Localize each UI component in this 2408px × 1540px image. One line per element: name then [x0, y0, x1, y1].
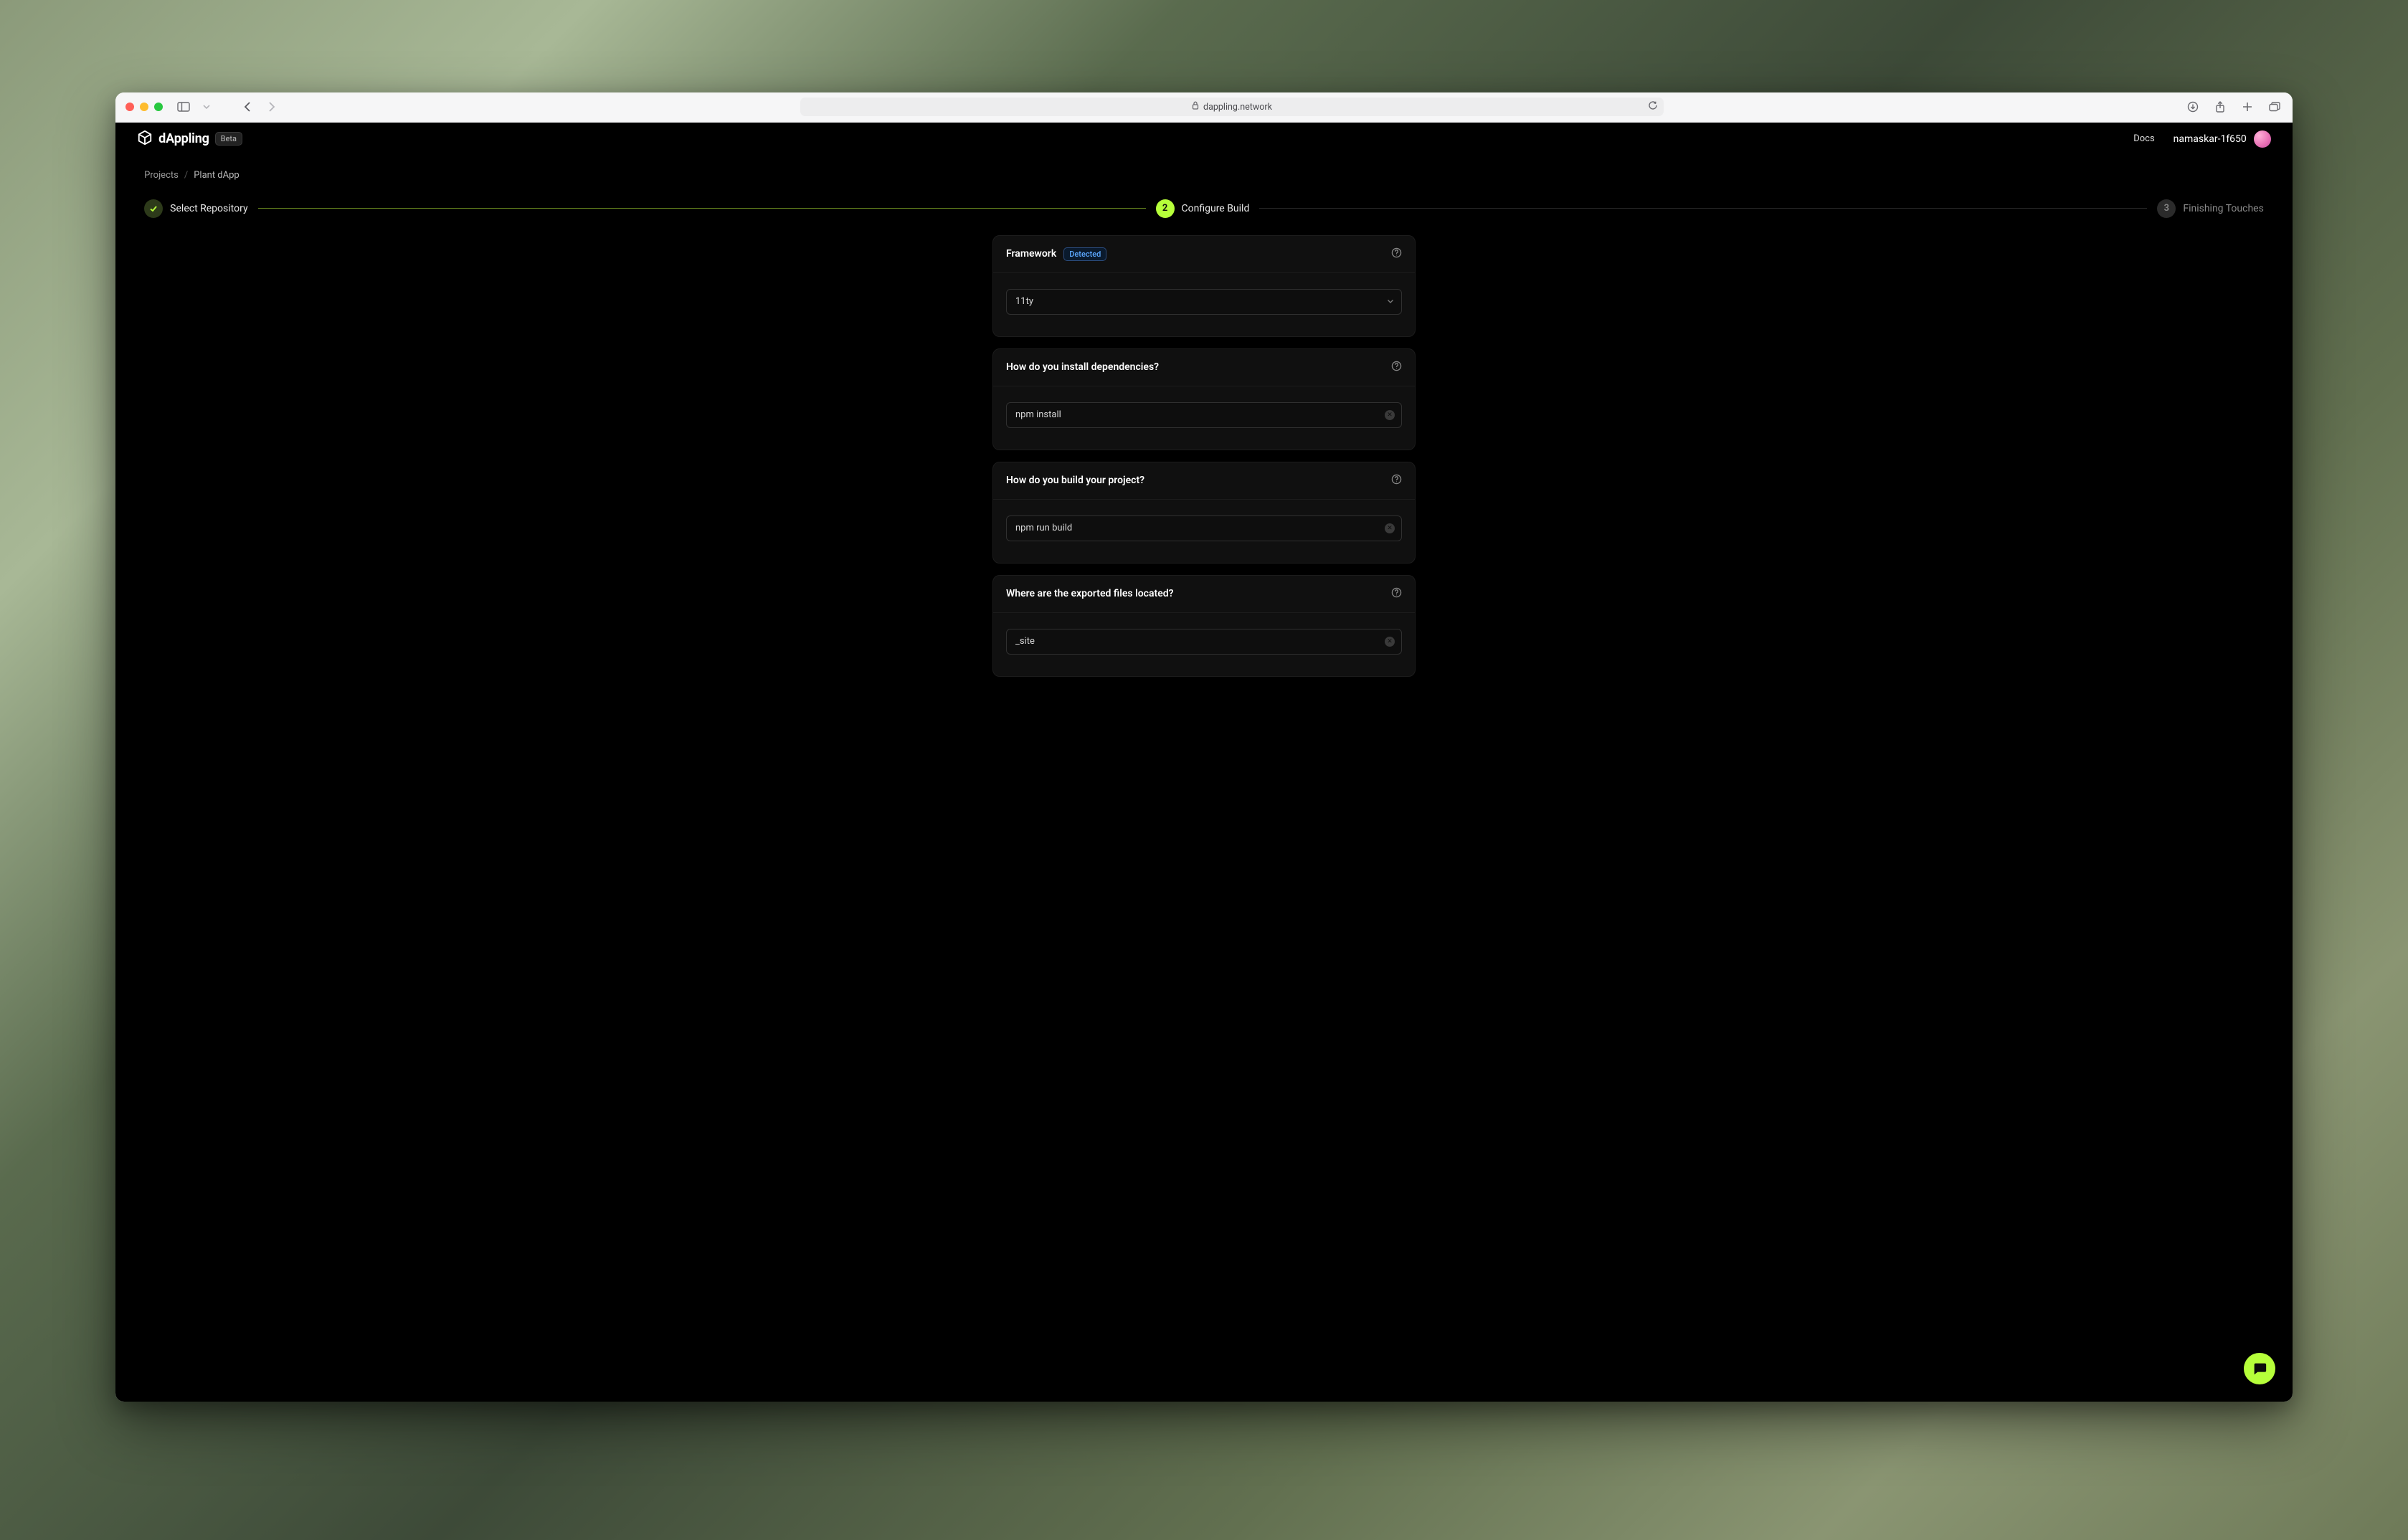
brand-logo-icon — [137, 130, 153, 148]
brand-logo[interactable]: dAppling Beta — [137, 130, 242, 148]
card-title: Framework — [1006, 248, 1056, 260]
brand-name: dAppling — [158, 131, 209, 146]
card-title: Where are the exported files located? — [1006, 588, 1174, 599]
stepper: Select Repository 2 Configure Build 3 Fi… — [115, 189, 2293, 235]
help-icon[interactable] — [1391, 474, 1402, 488]
avatar — [2254, 130, 2271, 148]
breadcrumb-root[interactable]: Projects — [144, 170, 179, 181]
build-config-form: Framework Detected 11ty — [992, 235, 1416, 677]
beta-badge: Beta — [215, 132, 242, 146]
stepper-line — [258, 208, 1146, 209]
tab-overview-icon[interactable] — [2267, 99, 2283, 115]
output-dir-card: Where are the exported files located? ✕ — [992, 575, 1416, 677]
user-name: namaskar-1f650 — [2174, 133, 2247, 145]
step-label: Configure Build — [1182, 203, 1250, 214]
clear-icon[interactable]: ✕ — [1385, 410, 1395, 420]
chat-launcher-button[interactable] — [2244, 1353, 2275, 1384]
breadcrumb-separator: / — [184, 170, 188, 181]
chevron-down-icon — [1387, 297, 1394, 306]
docs-link[interactable]: Docs — [2133, 133, 2154, 144]
detected-badge: Detected — [1063, 247, 1106, 261]
step-finishing-touches[interactable]: 3 Finishing Touches — [2157, 199, 2263, 218]
sidebar-toggle-icon[interactable] — [176, 99, 191, 115]
build-command-card: How do you build your project? ✕ — [992, 462, 1416, 564]
new-tab-icon[interactable] — [2239, 99, 2255, 115]
share-icon[interactable] — [2212, 99, 2228, 115]
step-configure-build[interactable]: 2 Configure Build — [1156, 199, 1250, 218]
card-title: How do you build your project? — [1006, 475, 1144, 486]
maximize-window-button[interactable] — [154, 103, 163, 111]
step-number: 3 — [2157, 199, 2176, 218]
step-label: Finishing Touches — [2183, 203, 2263, 214]
build-command-input[interactable] — [1006, 515, 1402, 541]
address-bar[interactable]: dappling.network — [800, 98, 1663, 116]
app-header: dAppling Beta Docs namaskar-1f650 — [115, 123, 2293, 154]
app-viewport: dAppling Beta Docs namaskar-1f650 Projec… — [115, 123, 2293, 1402]
window-controls — [125, 103, 163, 111]
clear-icon[interactable]: ✕ — [1385, 637, 1395, 647]
framework-value: 11ty — [1015, 296, 1033, 307]
browser-chrome: dappling.network — [115, 92, 2293, 123]
framework-card: Framework Detected 11ty — [992, 235, 1416, 337]
install-command-input[interactable] — [1006, 402, 1402, 428]
check-icon — [144, 199, 163, 218]
step-select-repository[interactable]: Select Repository — [144, 199, 247, 218]
output-dir-input[interactable] — [1006, 629, 1402, 655]
breadcrumb-current: Plant dApp — [194, 170, 240, 181]
stepper-line — [1259, 208, 2147, 209]
clear-icon[interactable]: ✕ — [1385, 523, 1395, 533]
card-title: How do you install dependencies? — [1006, 361, 1159, 373]
framework-select[interactable]: 11ty — [1006, 289, 1402, 315]
forward-button[interactable] — [263, 99, 279, 115]
tab-group-dropdown-icon[interactable] — [199, 99, 214, 115]
address-bar-text: dappling.network — [1203, 102, 1272, 113]
downloads-icon[interactable] — [2185, 99, 2201, 115]
browser-window: dappling.network — [115, 92, 2293, 1402]
help-icon[interactable] — [1391, 247, 1402, 261]
help-icon[interactable] — [1391, 587, 1402, 601]
reload-icon[interactable] — [1648, 100, 1658, 113]
step-label: Select Repository — [170, 203, 247, 214]
install-command-card: How do you install dependencies? ✕ — [992, 348, 1416, 450]
minimize-window-button[interactable] — [140, 103, 148, 111]
close-window-button[interactable] — [125, 103, 134, 111]
lock-icon — [1192, 101, 1199, 113]
back-button[interactable] — [240, 99, 256, 115]
breadcrumb: Projects / Plant dApp — [115, 154, 2293, 189]
user-menu[interactable]: namaskar-1f650 — [2174, 130, 2271, 148]
help-icon[interactable] — [1391, 361, 1402, 374]
step-number: 2 — [1156, 199, 1175, 218]
